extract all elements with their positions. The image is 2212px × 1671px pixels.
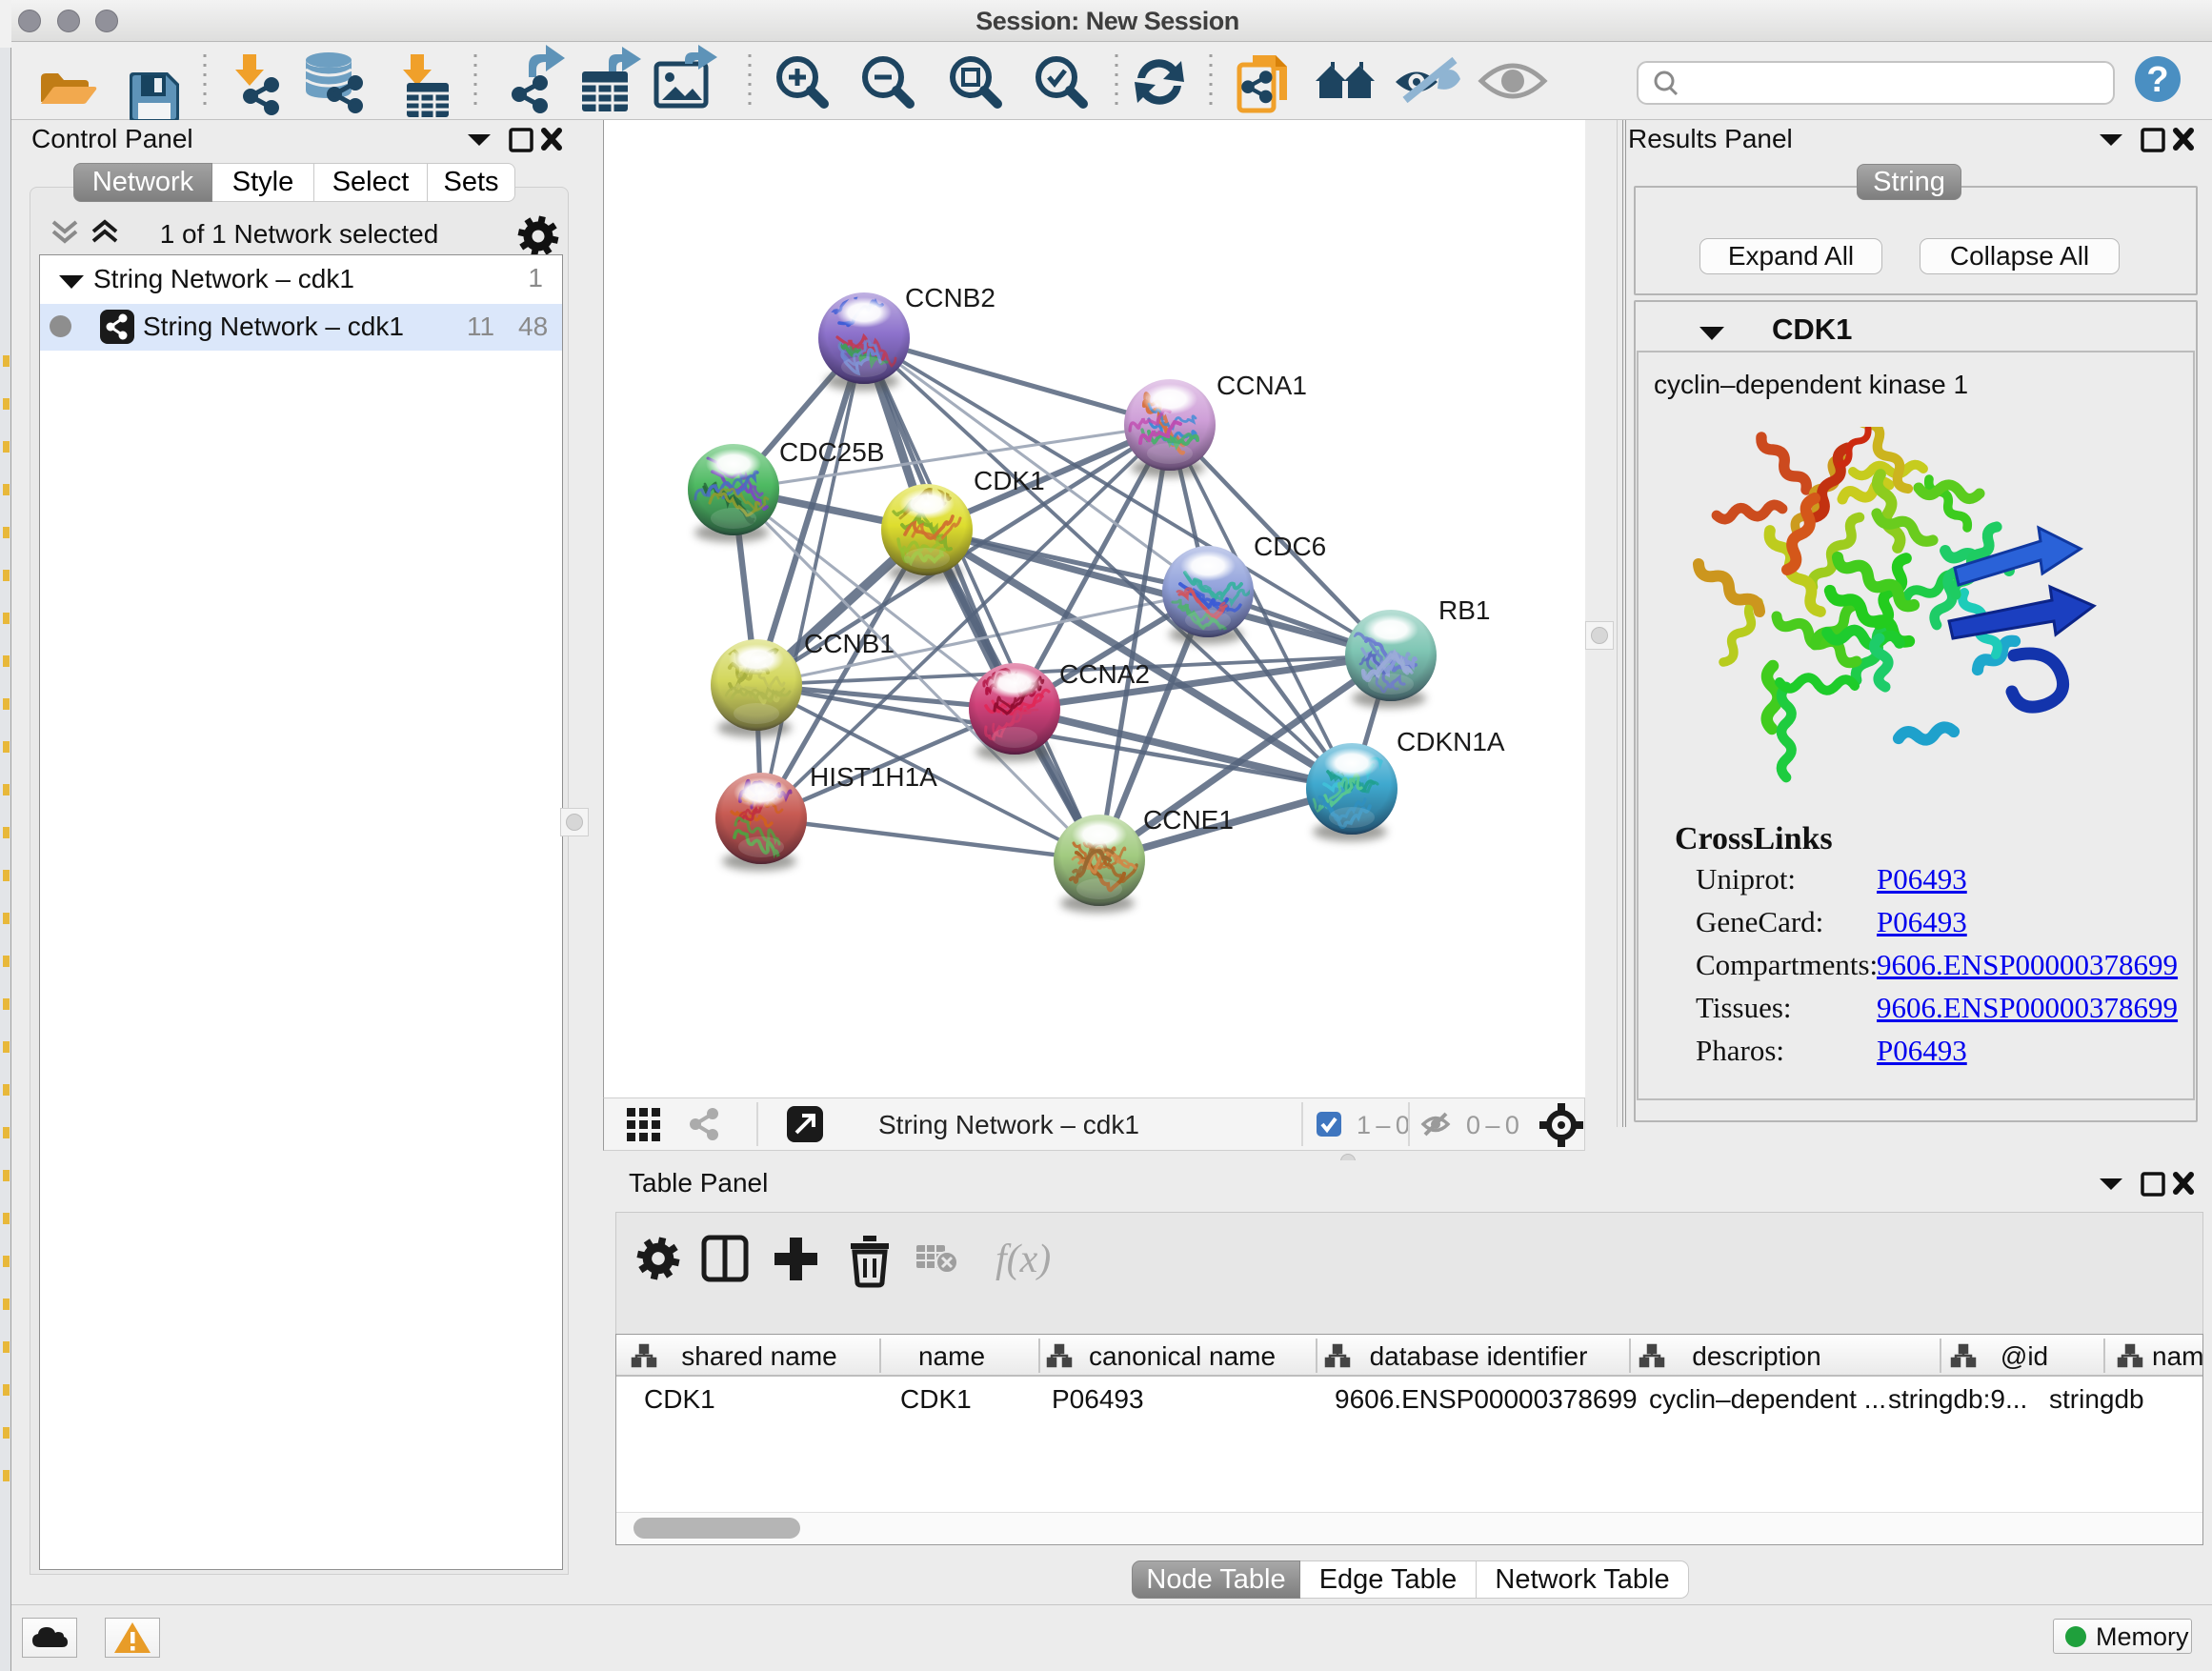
svg-text:0 – 0: 0 – 0 bbox=[1466, 1111, 1519, 1139]
svg-text:?: ? bbox=[2146, 60, 2168, 100]
svg-text:String Network – cdk1: String Network – cdk1 bbox=[878, 1110, 1139, 1139]
svg-text:namespace: namespace bbox=[2152, 1341, 2202, 1371]
svg-text:name: name bbox=[918, 1341, 985, 1371]
svg-text:CCNA1: CCNA1 bbox=[1217, 371, 1307, 400]
svg-text:CDC25B: CDC25B bbox=[779, 437, 884, 467]
svg-text:1 – 0: 1 – 0 bbox=[1357, 1111, 1410, 1139]
svg-text:f(x): f(x) bbox=[995, 1238, 1051, 1281]
svg-text:canonical name: canonical name bbox=[1089, 1341, 1276, 1371]
svg-text:HIST1H1A: HIST1H1A bbox=[810, 762, 937, 792]
svg-text:RB1: RB1 bbox=[1438, 595, 1490, 625]
svg-text:@id: @id bbox=[2001, 1341, 2048, 1371]
svg-text:CCNB2: CCNB2 bbox=[905, 283, 995, 312]
svg-text:CCNE1: CCNE1 bbox=[1143, 805, 1234, 835]
svg-text:CCNB1: CCNB1 bbox=[804, 629, 895, 658]
svg-text:CDKN1A: CDKN1A bbox=[1397, 727, 1505, 756]
svg-text:shared name: shared name bbox=[681, 1341, 836, 1371]
svg-text:CDC6: CDC6 bbox=[1254, 532, 1326, 561]
svg-text:database identifier: database identifier bbox=[1370, 1341, 1588, 1371]
svg-text:CCNA2: CCNA2 bbox=[1059, 659, 1150, 689]
svg-text:CDK1: CDK1 bbox=[974, 466, 1045, 495]
svg-text:description: description bbox=[1692, 1341, 1820, 1371]
